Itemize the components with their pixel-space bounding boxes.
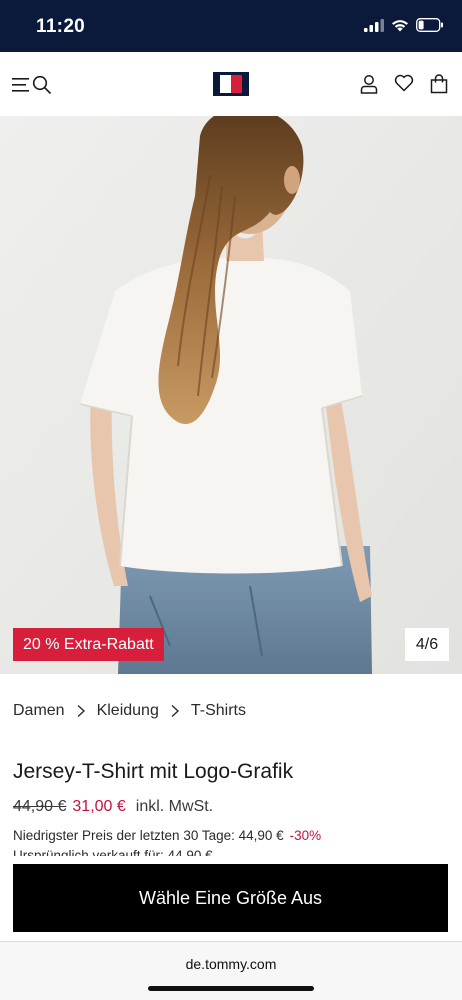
image-counter: 4/6 (405, 628, 449, 661)
home-indicator[interactable] (148, 986, 314, 991)
product-title: Jersey-T-Shirt mit Logo-Grafik (13, 760, 294, 783)
original-price-note: Ursprünglich verkauft für: 44,90 € (13, 848, 213, 856)
search-icon[interactable] (32, 75, 52, 95)
breadcrumb-item-kleidung[interactable]: Kleidung (97, 702, 159, 720)
status-bar: 11:20 (0, 0, 462, 52)
chevron-right-icon (171, 704, 179, 718)
price-row: 44,90 € 31,00 € inkl. MwSt. (13, 798, 213, 816)
signal-icon (364, 18, 384, 32)
account-icon[interactable] (360, 74, 378, 94)
browser-url-bar[interactable]: de.tommy.com (0, 942, 462, 1000)
status-icons (364, 18, 444, 32)
menu-icon[interactable] (12, 77, 32, 93)
select-size-button[interactable]: Wähle Eine Größe Aus (13, 864, 448, 932)
product-photo (0, 116, 462, 674)
lowest-price-note: Niedrigster Preis der letzten 30 Tage: 4… (13, 828, 321, 843)
lowest-price-text: Niedrigster Preis der letzten 30 Tage: 4… (13, 828, 284, 843)
bag-icon[interactable] (430, 74, 448, 94)
status-time: 11:20 (36, 16, 86, 37)
wifi-icon (392, 19, 408, 31)
breadcrumb-item-tshirts[interactable]: T-Shirts (191, 702, 246, 720)
chevron-right-icon (77, 704, 85, 718)
breadcrumb-item-damen[interactable]: Damen (13, 702, 65, 720)
site-header (0, 52, 462, 116)
url-text: de.tommy.com (185, 956, 277, 972)
discount-percent: -30% (289, 828, 322, 843)
battery-icon (416, 18, 443, 32)
promo-badge: 20 % Extra-Rabatt (13, 628, 164, 661)
header-left (12, 75, 52, 95)
breadcrumb: Damen Kleidung T-Shirts (13, 702, 246, 720)
heart-icon[interactable] (394, 74, 414, 92)
old-price: 44,90 € (13, 798, 67, 815)
sale-price: 31,00 € (72, 798, 126, 815)
product-image-gallery[interactable]: 20 % Extra-Rabatt 4/6 (0, 116, 462, 674)
tommy-hilfiger-flag-logo[interactable] (213, 72, 249, 96)
vat-note: inkl. MwSt. (135, 798, 214, 815)
header-right (360, 74, 448, 94)
